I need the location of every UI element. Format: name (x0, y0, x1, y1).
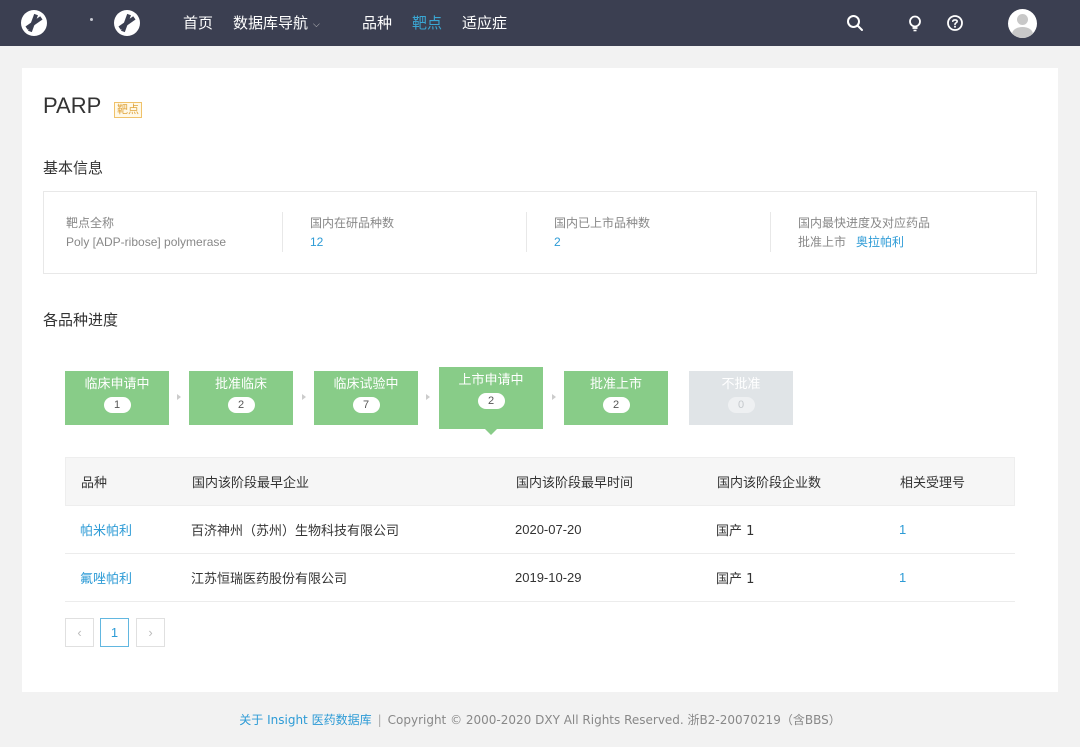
stage-marketing-application[interactable]: 上市申请中 2 (439, 367, 543, 435)
info-value: Poly [ADP-ribose] polymerase (66, 235, 227, 249)
header-cell: 国内该阶段最早企业 (192, 476, 310, 491)
info-in-dev-count: 国内在研品种数 12 (310, 215, 394, 250)
page-button-current[interactable]: 1 (100, 618, 129, 647)
company-count-cell: 国产 1 (716, 524, 755, 539)
logo-icon[interactable] (21, 10, 47, 36)
drug-name-link[interactable]: 帕米帕利 (80, 506, 132, 553)
divider (282, 212, 283, 252)
chevron-down-icon: ⌵ (313, 20, 320, 30)
logo-dot (90, 18, 93, 21)
logo-icon[interactable] (114, 10, 140, 36)
fastest-stage: 批准上市 (798, 235, 847, 249)
acceptance-number-link[interactable]: 1 (899, 506, 906, 553)
basic-info-box: 靶点全称 Poly [ADP-ribose] polymerase 国内在研品种… (43, 191, 1037, 274)
nav-item-targets[interactable]: 靶点 (412, 13, 442, 33)
header-cell: 相关受理号 (900, 476, 966, 491)
stage-count: 2 (477, 393, 505, 409)
header-cell: 国内该阶段企业数 (717, 476, 822, 491)
marketed-count-link[interactable]: 2 (554, 234, 650, 250)
stage-not-approved[interactable]: 不批准 0 (689, 371, 793, 425)
nav-item-indications[interactable]: 适应症 (462, 13, 507, 33)
divider (770, 212, 771, 252)
chevron-right-icon (552, 394, 556, 400)
fastest-drug-link[interactable]: 奥拉帕利 (856, 235, 904, 249)
chevron-right-icon (302, 394, 306, 400)
progress-table: 品种 国内该阶段最早企业 国内该阶段最早时间 国内该阶段企业数 相关受理号 帕米… (65, 457, 1015, 602)
info-fastest-progress: 国内最快进度及对应药品 批准上市 奥拉帕利 (798, 215, 930, 250)
date-cell: 2020-07-20 (515, 522, 582, 537)
stage-name: 临床申请中 (84, 377, 150, 392)
table-row: 帕米帕利 百济神州（苏州）生物科技有限公司 2020-07-20 国产 1 1 (65, 506, 1015, 554)
top-nav-bar: 首页 数据库导航 ⌵ 品种 靶点 适应症 (0, 0, 1080, 46)
nav-item-drugs[interactable]: 品种 (362, 13, 392, 33)
date-cell: 2019-10-29 (515, 570, 582, 585)
company-cell: 江苏恒瑞医药股份有限公司 (191, 572, 348, 587)
nav-item-database-nav[interactable]: 数据库导航 ⌵ (233, 13, 320, 36)
info-label: 国内已上市品种数 (554, 216, 651, 230)
stage-name: 不批准 (721, 377, 761, 392)
stage-marketing-approved[interactable]: 批准上市 2 (564, 371, 668, 425)
stage-count: 7 (352, 397, 380, 413)
stage-count: 1 (103, 397, 131, 413)
copyright-text: Copyright © 2000-2020 DXY All Rights Res… (387, 713, 841, 727)
in-dev-count-link[interactable]: 12 (310, 234, 394, 250)
table-row: 氟唑帕利 江苏恒瑞医药股份有限公司 2019-10-29 国产 1 1 (65, 554, 1015, 602)
header-cell: 国内该阶段最早时间 (516, 476, 634, 491)
nav-item-label: 数据库导航 (233, 14, 309, 32)
stage-clinical-application[interactable]: 临床申请中 1 (65, 371, 169, 425)
lightbulb-icon[interactable] (906, 14, 924, 32)
stage-name: 临床试验中 (333, 377, 399, 392)
target-tag-badge: 靶点 (114, 102, 142, 118)
stage-name: 批准临床 (214, 377, 267, 392)
stage-count: 2 (227, 397, 255, 413)
chevron-right-icon (177, 394, 181, 400)
acceptance-number-link[interactable]: 1 (899, 554, 906, 601)
table-header: 品种 国内该阶段最早企业 国内该阶段最早时间 国内该阶段企业数 相关受理号 (65, 457, 1015, 506)
info-label: 国内最快进度及对应药品 (798, 216, 931, 230)
stage-name: 批准上市 (589, 377, 642, 392)
search-icon[interactable] (846, 14, 864, 32)
info-label: 国内在研品种数 (310, 216, 395, 230)
divider (526, 212, 527, 252)
footer-separator: | (377, 713, 382, 727)
footer: 关于 Insight 医药数据库 | Copyright © 2000-2020 D… (0, 712, 1080, 728)
help-icon[interactable] (946, 14, 964, 32)
stage-clinical-approved[interactable]: 批准临床 2 (189, 371, 293, 425)
page-title: PARP (43, 93, 102, 118)
info-value: 批准上市 奥拉帕利 (798, 234, 930, 250)
about-link[interactable]: 关于 Insight 医药数据库 (239, 713, 371, 727)
basic-info-title: 基本信息 (43, 159, 104, 177)
nav-item-home[interactable]: 首页 (183, 13, 213, 33)
company-count-cell: 国产 1 (716, 572, 755, 587)
company-cell: 百济神州（苏州）生物科技有限公司 (191, 524, 400, 539)
info-full-name: 靶点全称 Poly [ADP-ribose] polymerase (66, 215, 226, 250)
chevron-right-icon[interactable]: › (136, 618, 165, 647)
drug-name-link[interactable]: 氟唑帕利 (80, 554, 132, 601)
stage-count: 2 (602, 397, 630, 413)
chevron-left-icon[interactable]: ‹ (65, 618, 94, 647)
header-cell: 品种 (81, 476, 108, 491)
avatar-icon[interactable] (1008, 9, 1037, 38)
info-label: 靶点全称 (66, 216, 115, 230)
chevron-right-icon (426, 394, 430, 400)
stage-clinical-trial[interactable]: 临床试验中 7 (314, 371, 418, 425)
stage-name: 上市申请中 (458, 373, 524, 388)
info-marketed-count: 国内已上市品种数 2 (554, 215, 650, 250)
main-card: PARP 靶点 基本信息 靶点全称 Poly [ADP-ribose] poly… (22, 68, 1058, 692)
progress-title: 各品种进度 (43, 311, 119, 329)
stage-count: 0 (727, 397, 755, 413)
